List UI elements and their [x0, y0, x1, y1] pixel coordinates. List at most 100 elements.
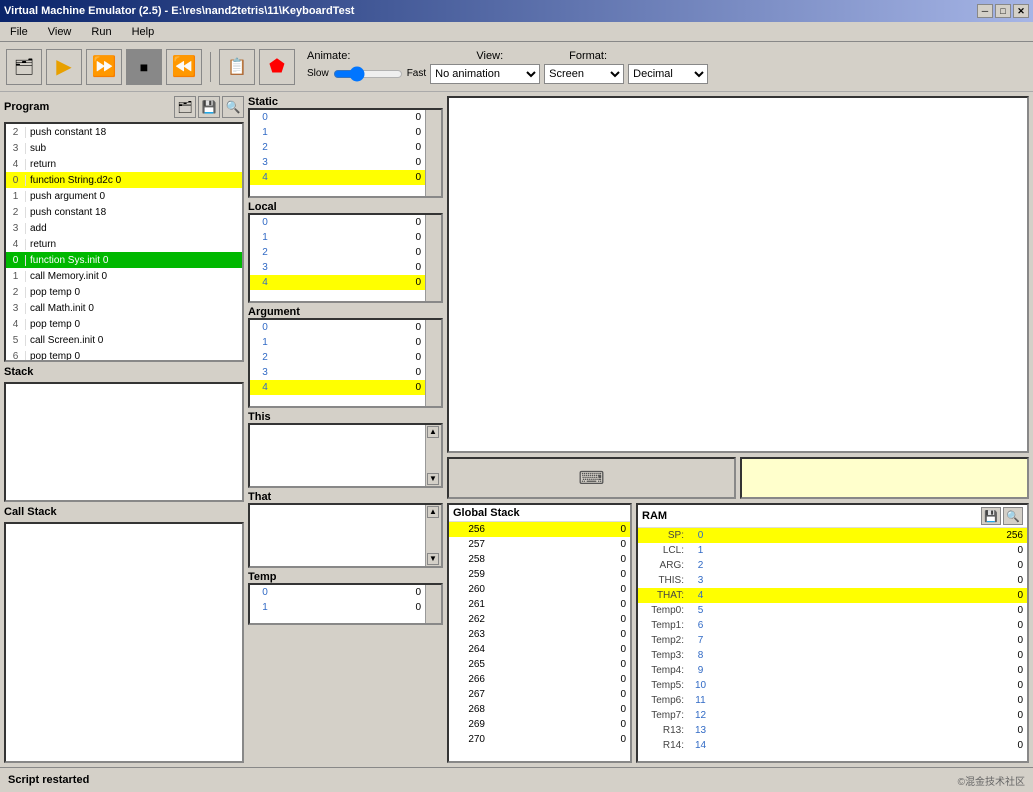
- speed-slider[interactable]: [333, 66, 403, 82]
- list-item: 00: [250, 585, 425, 600]
- animate-label: Animate:: [307, 50, 350, 62]
- static-section: Static 00 10 20 30 40: [248, 96, 443, 198]
- list-item: 20: [250, 140, 425, 155]
- callstack-panel: [4, 522, 244, 763]
- list-item: 40: [250, 275, 425, 290]
- static-panel: 00 10 20 30 40: [248, 108, 443, 198]
- list-item: 2700: [449, 732, 630, 747]
- slow-label: Slow: [307, 68, 329, 79]
- ram-search-btn[interactable]: 🔍: [1003, 507, 1023, 525]
- list-item: LCL:10: [638, 543, 1027, 558]
- list-item: ARG:20: [638, 558, 1027, 573]
- temp-scrollbar[interactable]: [425, 585, 441, 623]
- table-row: 1push argument 0: [6, 188, 242, 204]
- argument-panel: 00 10 20 30 40: [248, 318, 443, 408]
- open-button[interactable]: 🗂: [6, 49, 42, 85]
- ram-save-btn[interactable]: 💾: [981, 507, 1001, 525]
- list-item: 2650: [449, 657, 630, 672]
- list-item: Temp3:80: [638, 648, 1027, 663]
- maximize-button[interactable]: □: [995, 4, 1011, 18]
- list-item: 10: [250, 230, 425, 245]
- keyboard-input-area[interactable]: ⌨: [447, 457, 736, 499]
- stop-button[interactable]: ■: [126, 49, 162, 85]
- ram-label: RAM: [642, 510, 667, 522]
- list-item: 2580: [449, 552, 630, 567]
- toolbar-separator: [210, 52, 211, 82]
- table-row: 0function Sys.init 0: [6, 252, 242, 268]
- breakpoint-button[interactable]: ⬟: [259, 49, 295, 85]
- close-button[interactable]: ✕: [1013, 4, 1029, 18]
- list-item: 2610: [449, 597, 630, 612]
- animate-select[interactable]: No animation: [430, 64, 540, 84]
- animate-group: Animate: View: Format: Slow Fast No anim…: [307, 50, 708, 84]
- list-item: 10: [250, 600, 425, 615]
- list-item: Temp1:60: [638, 618, 1027, 633]
- program-search-btn[interactable]: 🔍: [222, 96, 244, 118]
- program-label: Program: [4, 101, 49, 113]
- list-item: THAT:40: [638, 588, 1027, 603]
- rewind-button[interactable]: ⏪: [166, 49, 202, 85]
- menu-run[interactable]: Run: [85, 24, 117, 40]
- table-row: 0function String.d2c 0: [6, 172, 242, 188]
- that-panel: ▲ ▼: [248, 503, 443, 568]
- static-scrollbar[interactable]: [425, 110, 441, 196]
- screen-area: [447, 96, 1029, 453]
- list-item: THIS:30: [638, 573, 1027, 588]
- table-row: 5call Screen.init 0: [6, 332, 242, 348]
- list-item: R14:140: [638, 738, 1027, 753]
- step-button[interactable]: ▶: [46, 49, 82, 85]
- this-section: This ▲ ▼: [248, 411, 443, 488]
- menu-bar: File View Run Help: [0, 22, 1033, 42]
- list-item: R13:130: [638, 723, 1027, 738]
- status-text: Script restarted: [8, 774, 89, 786]
- format-select[interactable]: Decimal: [628, 64, 708, 84]
- list-item: 2620: [449, 612, 630, 627]
- title-bar: Virtual Machine Emulator (2.5) - E:\res\…: [0, 0, 1033, 22]
- table-row: 4return: [6, 156, 242, 172]
- list-item: 2690: [449, 717, 630, 732]
- static-label: Static: [248, 96, 443, 108]
- menu-help[interactable]: Help: [126, 24, 161, 40]
- local-scrollbar[interactable]: [425, 215, 441, 301]
- program-open-btn[interactable]: 🗂: [174, 96, 196, 118]
- local-label: Local: [248, 201, 443, 213]
- view-select[interactable]: Screen: [544, 64, 624, 84]
- list-item: 00: [250, 110, 425, 125]
- list-item: 2670: [449, 687, 630, 702]
- toolbar: 🗂 ▶ ⏩ ■ ⏪ 📋 ⬟ Animate: View: Format: Slo…: [0, 42, 1033, 92]
- ram-table[interactable]: SP:0256 LCL:10 ARG:20 THIS:30 THAT:40 Te…: [638, 528, 1027, 761]
- program-save-btn[interactable]: 💾: [198, 96, 220, 118]
- table-row: 3sub: [6, 140, 242, 156]
- status-bar: Script restarted ©混金技术社区: [0, 767, 1033, 792]
- list-item: 2560: [449, 522, 630, 537]
- title-text: Virtual Machine Emulator (2.5) - E:\res\…: [4, 5, 354, 17]
- table-row: 4pop temp 0: [6, 316, 242, 332]
- local-panel: 00 10 20 30 40: [248, 213, 443, 303]
- minimize-button[interactable]: ─: [977, 4, 993, 18]
- list-item: 40: [250, 170, 425, 185]
- menu-file[interactable]: File: [4, 24, 34, 40]
- list-item: 10: [250, 335, 425, 350]
- table-row: 3add: [6, 220, 242, 236]
- table-row: 2push constant 18: [6, 204, 242, 220]
- list-item: 2570: [449, 537, 630, 552]
- list-item: 30: [250, 260, 425, 275]
- title-bar-buttons: ─ □ ✕: [977, 4, 1029, 18]
- program-list[interactable]: 2push constant 18 3sub 4return 0function…: [4, 122, 244, 362]
- keyboard-value-area: [740, 457, 1029, 499]
- list-item: 10: [250, 125, 425, 140]
- menu-view[interactable]: View: [42, 24, 78, 40]
- argument-scrollbar[interactable]: [425, 320, 441, 406]
- temp-panel: 00 10: [248, 583, 443, 625]
- global-stack-table[interactable]: 2560 2570 2580 2590 2600 2610 2620 2630 …: [449, 522, 630, 761]
- watermark-text: ©混金技术社区: [958, 773, 1025, 788]
- format-label: Format:: [569, 50, 607, 62]
- stack-label: Stack: [4, 366, 33, 378]
- this-panel: ▲ ▼: [248, 423, 443, 488]
- list-item: 2680: [449, 702, 630, 717]
- list-item: Temp4:90: [638, 663, 1027, 678]
- list-item: 00: [250, 320, 425, 335]
- script-button[interactable]: 📋: [219, 49, 255, 85]
- list-item: 2660: [449, 672, 630, 687]
- fast-forward-button[interactable]: ⏩: [86, 49, 122, 85]
